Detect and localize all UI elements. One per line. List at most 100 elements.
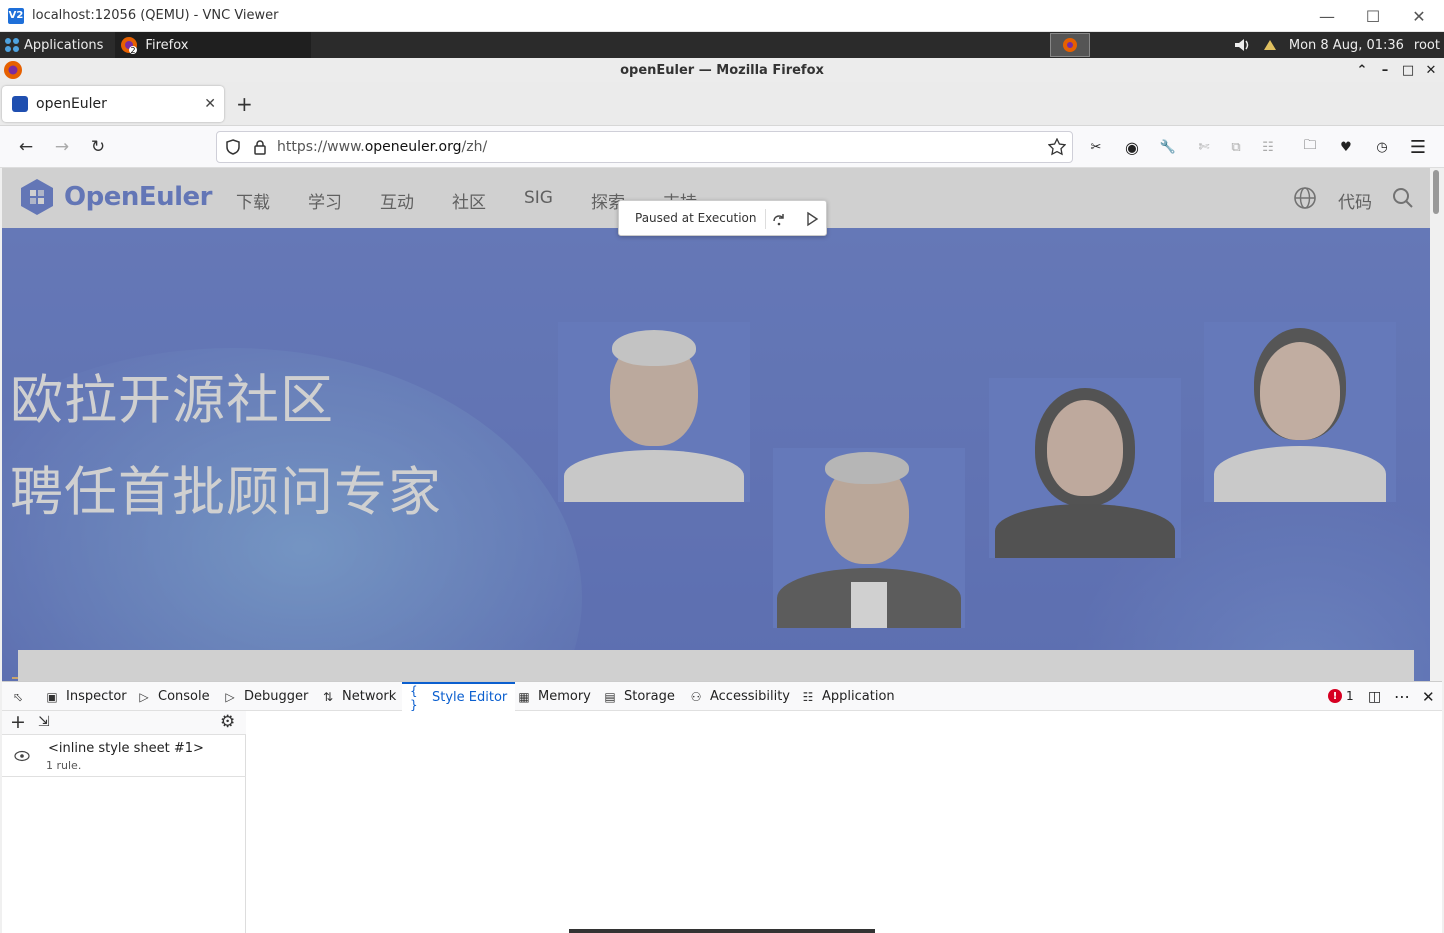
network-arrows-icon: ⇅ (322, 689, 334, 704)
applications-label: Applications (24, 37, 104, 53)
lock-icon[interactable] (253, 139, 267, 155)
applications-icon (5, 38, 19, 52)
private-mask-icon[interactable]: ◉ (1122, 137, 1142, 157)
add-stylesheet-icon[interactable]: + (10, 711, 26, 733)
more-options-icon[interactable]: ⋯ (1394, 682, 1410, 711)
tab-accessibility[interactable]: ⚇ Accessibility (688, 682, 790, 711)
openeuler-favicon (12, 96, 28, 112)
open-file-icon[interactable]: 🗀 (1300, 137, 1320, 157)
page-scrollbar[interactable] (1430, 168, 1442, 681)
tab-title: openEuler (36, 96, 107, 112)
wrench-icon[interactable]: 🔧 (1158, 137, 1178, 157)
tab-inspector[interactable]: ▣ Inspector (44, 682, 127, 711)
tab-label: Accessibility (710, 689, 790, 704)
pocket-icon[interactable]: ♥ (1336, 137, 1356, 157)
console-icon: ▷ (139, 689, 149, 704)
volume-icon[interactable] (1233, 37, 1251, 53)
tab-label: Application (822, 689, 895, 704)
divider (765, 209, 766, 229)
paste-icon[interactable]: ☷ (1258, 137, 1278, 157)
close-devtools-icon[interactable]: ✕ (1422, 682, 1435, 711)
close-tab-icon[interactable]: ✕ (204, 96, 216, 112)
maximize-button[interactable]: □ (1398, 60, 1418, 80)
reload-button[interactable]: ↻ (86, 136, 110, 158)
step-over-icon[interactable] (771, 211, 787, 227)
shade-button[interactable]: ⌃ (1352, 60, 1372, 80)
navigation-toolbar: ← → ↻ https://www.openeuler.org/zh/ ✂ ◉ … (0, 126, 1444, 168)
tab-storage[interactable]: ▤ Storage (602, 682, 675, 711)
tab-openeuler[interactable]: openEuler ✕ (2, 86, 224, 122)
style-sheet-list: + ⇲ ⚙ <inline style sheet #1> 1 rule. (2, 711, 246, 933)
error-icon: ! (1328, 689, 1342, 703)
firefox-icon: 2 (121, 37, 138, 55)
minimize-button[interactable]: — (1304, 0, 1350, 32)
tab-memory[interactable]: ▦ Memory (516, 682, 591, 711)
paused-overlay (2, 168, 1430, 681)
horizontal-scrollbar[interactable] (569, 929, 875, 933)
memory-chip-icon: ▦ (518, 689, 530, 704)
menu-icon[interactable]: ☰ (1408, 137, 1428, 158)
taskbar-firefox-button[interactable]: 2 Firefox (115, 32, 312, 58)
responsive-design-icon[interactable]: ◫ (1368, 682, 1381, 711)
accessibility-icon: ⚇ (690, 689, 702, 704)
vnc-app-icon: V2 (8, 7, 24, 24)
eye-icon[interactable] (14, 750, 30, 762)
user-label[interactable]: root (1414, 38, 1440, 53)
element-picker-button[interactable]: ⬁ (10, 682, 32, 711)
tab-debugger[interactable]: ▷ Debugger (222, 682, 308, 711)
cut-icon[interactable]: ✄ (1194, 137, 1214, 157)
clock[interactable]: Mon 8 Aug, 01:36 (1289, 38, 1404, 53)
web-page: OpenEuler 下载 学习 互动 社区 SIG 探索 支持 代码 欧拉开源社… (2, 168, 1430, 681)
minimize-button[interactable]: – (1375, 60, 1395, 80)
desktop-panel: Applications 2 Firefox Mon 8 Aug, 01:36 … (0, 32, 1444, 58)
vnc-titlebar: V2 localhost:12056 (QEMU) - VNC Viewer —… (0, 0, 1444, 32)
style-sheet-name: <inline style sheet #1> (48, 741, 204, 756)
workspace-preview[interactable] (1050, 33, 1090, 57)
tab-console[interactable]: ▷ Console (136, 682, 210, 711)
devtools-toolbar: ⬁ ▣ Inspector ▷ Console ▷ Debugger ⇅ Network… (2, 681, 1442, 712)
tab-style-editor[interactable]: { } Style Editor (402, 682, 516, 712)
applications-menu-button[interactable]: Applications (0, 32, 107, 58)
scrollbar-thumb[interactable] (1433, 170, 1439, 214)
braces-icon: { } (410, 683, 418, 712)
url-bar[interactable]: https://www.openeuler.org/zh/ (216, 131, 1073, 163)
inspector-icon: ▣ (46, 689, 58, 704)
network-icon[interactable] (1261, 37, 1279, 53)
picker-icon: ⬁ (12, 689, 24, 704)
style-sheet-item[interactable]: <inline style sheet #1> 1 rule. (2, 735, 246, 777)
tab-label: Console (158, 689, 210, 704)
tab-label: Style Editor (432, 690, 508, 705)
error-count: 1 (1346, 689, 1354, 703)
error-count-badge[interactable]: ! 1 (1328, 689, 1354, 703)
shield-icon[interactable] (225, 139, 241, 155)
style-sheet-toolbar: + ⇲ ⚙ (2, 711, 246, 735)
tab-label: Storage (624, 689, 675, 704)
paused-label: Paused at Execution (635, 211, 757, 225)
debugger-paused-banner: Paused at Execution (618, 200, 827, 236)
tab-network[interactable]: ⇅ Network (320, 682, 396, 711)
firefox-icon (4, 61, 22, 79)
tab-strip: openEuler ✕ + (0, 82, 1444, 126)
import-stylesheet-icon[interactable]: ⇲ (38, 714, 50, 730)
svg-text:2: 2 (131, 46, 136, 55)
history-icon[interactable]: ◷ (1372, 137, 1392, 157)
url-text[interactable]: https://www.openeuler.org/zh/ (277, 139, 487, 155)
resume-icon[interactable] (804, 211, 820, 227)
back-button[interactable]: ← (14, 136, 38, 158)
new-tab-button[interactable]: + (236, 92, 253, 116)
screenshot-icon[interactable]: ✂ (1086, 137, 1106, 157)
close-window-button[interactable]: ✕ (1396, 0, 1442, 32)
forward-button[interactable]: → (50, 136, 74, 158)
firefox-titlebar: openEuler — Mozilla Firefox ⌃ – □ ✕ (0, 58, 1444, 82)
copy-icon[interactable]: ⧉ (1226, 137, 1246, 157)
tab-label: Network (342, 689, 397, 704)
style-sheet-rule-count: 1 rule. (46, 759, 82, 772)
tab-application[interactable]: ☷ Application (800, 682, 895, 711)
close-button[interactable]: ✕ (1421, 60, 1441, 80)
maximize-button[interactable]: ☐ (1350, 0, 1396, 32)
debugger-icon: ▷ (225, 689, 235, 704)
gear-icon[interactable]: ⚙ (220, 712, 235, 732)
bookmark-star-icon[interactable] (1048, 138, 1066, 156)
tab-label: Inspector (66, 689, 127, 704)
application-grid-icon: ☷ (802, 689, 814, 704)
